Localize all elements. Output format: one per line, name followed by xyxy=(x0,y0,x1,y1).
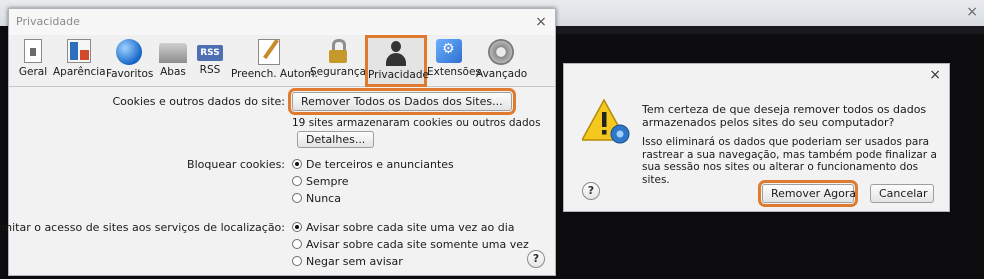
background-close-icon: × xyxy=(966,4,978,20)
tab-label: RSS xyxy=(199,64,221,76)
remove-now-button[interactable]: Remover Agora xyxy=(758,180,858,207)
tab-label: Aparência xyxy=(53,66,106,78)
autofill-pencil-icon xyxy=(258,39,280,65)
window-title: Privacidade xyxy=(16,15,80,28)
warning-icon xyxy=(582,98,630,144)
tab-avancado[interactable]: Avançado xyxy=(476,37,528,85)
radio-location-once[interactable]: Avisar sobre cada site somente uma vez xyxy=(292,238,529,251)
radio-label: De terceiros e anunciantes xyxy=(306,158,454,171)
privacy-person-icon xyxy=(383,40,409,66)
tab-label: Segurança xyxy=(310,66,367,78)
tab-abas[interactable]: Abas xyxy=(157,37,189,85)
radio-location-daily[interactable]: Avisar sobre cada site uma vez ao dia xyxy=(292,221,515,234)
radio-label: Nunca xyxy=(306,192,341,205)
confirm-remove-data-dialog: × Tem certeza de que deseja remover todo… xyxy=(563,63,950,212)
tab-label: Geral xyxy=(18,66,48,78)
tab-geral[interactable]: Geral xyxy=(15,37,51,85)
tab-preenchimento-automatico[interactable]: Preench. Autom. xyxy=(231,37,318,85)
background-strip xyxy=(556,26,984,34)
radio-label: Negar sem avisar xyxy=(306,255,403,268)
help-button[interactable]: ? xyxy=(527,250,545,268)
privacy-settings-panel: Cookies e outros dados do site: Remover … xyxy=(0,87,555,275)
appearance-icon xyxy=(67,39,91,63)
rss-icon: RSS xyxy=(197,45,223,61)
tab-rss[interactable]: RSS RSS xyxy=(195,37,225,85)
preferences-toolbar: Geral Aparência Favoritos Abas RSS RSS P… xyxy=(9,35,555,87)
remove-all-website-data-button[interactable]: Remover Todos os Dados dos Sites... xyxy=(288,88,516,115)
location-services-label: Limitar o acesso de sites aos serviços d… xyxy=(0,221,285,234)
cancel-button[interactable]: Cancelar xyxy=(870,184,934,203)
radio-circle xyxy=(292,193,302,203)
radio-block-never[interactable]: Nunca xyxy=(292,192,341,205)
privacy-preferences-window: Privacidade × Geral Aparência Favoritos … xyxy=(0,8,556,276)
general-switch-icon xyxy=(24,39,42,63)
tab-favoritos[interactable]: Favoritos xyxy=(106,37,154,85)
dialog-explanation: Isso eliminará os dados que poderiam ser… xyxy=(642,136,937,186)
radio-circle xyxy=(292,176,302,186)
bookmarks-globe-icon xyxy=(116,39,142,65)
close-icon[interactable]: × xyxy=(929,67,941,83)
dialog-question: Tem certeza de que deseja remover todos … xyxy=(642,103,927,129)
tabs-icon xyxy=(159,43,187,63)
close-icon[interactable]: × xyxy=(533,9,549,35)
tab-label: Privacidade xyxy=(368,69,429,81)
tab-label: Preench. Autom. xyxy=(231,68,318,80)
radio-block-always[interactable]: Sempre xyxy=(292,175,349,188)
radio-label: Sempre xyxy=(306,175,349,188)
security-lock-icon xyxy=(328,39,348,63)
tab-privacidade[interactable]: Privacidade xyxy=(365,35,429,87)
tab-aparencia[interactable]: Aparência xyxy=(53,37,106,85)
tab-label: Avançado xyxy=(476,68,528,80)
help-button[interactable]: ? xyxy=(582,182,600,200)
tab-label: Favoritos xyxy=(106,68,154,80)
cookies-label: Cookies e outros dados do site: xyxy=(112,95,285,108)
sites-stored-count: 19 sites armazenaram cookies ou outros d… xyxy=(292,117,541,129)
radio-label: Avisar sobre cada site somente uma vez xyxy=(306,238,529,251)
advanced-gear-icon xyxy=(488,39,514,65)
block-cookies-label: Bloquear cookies: xyxy=(187,158,285,171)
details-button[interactable]: Detalhes... xyxy=(297,131,375,148)
radio-circle xyxy=(292,239,302,249)
radio-label: Avisar sobre cada site uma vez ao dia xyxy=(306,221,515,234)
window-titlebar: Privacidade × xyxy=(9,9,555,35)
extensions-icon xyxy=(436,39,462,63)
radio-circle xyxy=(292,256,302,266)
tab-seguranca[interactable]: Segurança xyxy=(310,37,366,85)
radio-circle xyxy=(292,222,302,232)
radio-location-deny[interactable]: Negar sem avisar xyxy=(292,255,403,268)
tab-extensoes[interactable]: Extensões xyxy=(427,37,481,85)
radio-circle xyxy=(292,159,302,169)
tab-label: Extensões xyxy=(427,66,481,78)
radio-block-third-party[interactable]: De terceiros e anunciantes xyxy=(292,158,454,171)
tab-label: Abas xyxy=(160,66,186,78)
